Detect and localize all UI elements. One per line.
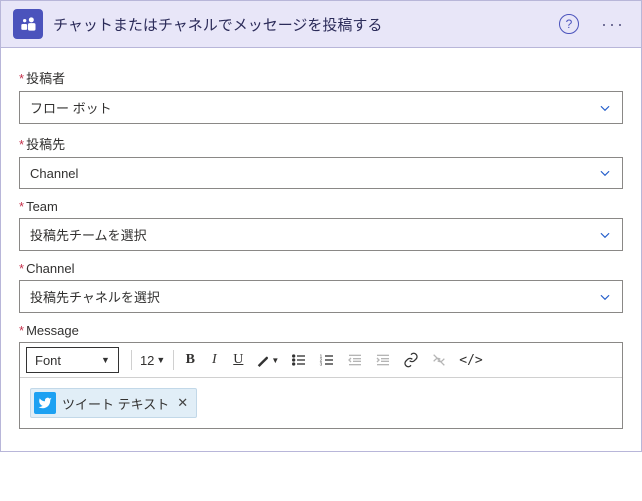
- chevron-down-icon: [598, 290, 612, 304]
- post-in-label: *投稿先: [19, 134, 623, 153]
- chevron-down-icon: [598, 228, 612, 242]
- team-select[interactable]: 投稿先チームを選択: [19, 218, 623, 251]
- team-placeholder: 投稿先チームを選択: [30, 225, 147, 244]
- bulleted-list-button[interactable]: [285, 347, 313, 373]
- post-in-value: Channel: [30, 166, 78, 181]
- channel-placeholder: 投稿先チャネルを選択: [30, 287, 160, 306]
- token-remove-icon[interactable]: ✕: [175, 395, 190, 411]
- unlink-button[interactable]: [425, 347, 453, 373]
- channel-label: *Channel: [19, 261, 623, 276]
- action-card: チャットまたはチャネルでメッセージを投稿する ? ··· *投稿者 フロー ボッ…: [0, 0, 642, 452]
- underline-button[interactable]: U: [226, 347, 250, 373]
- caret-down-icon: ▼: [156, 355, 165, 365]
- teams-icon: [13, 9, 43, 39]
- italic-button[interactable]: I: [202, 347, 226, 373]
- post-as-value: フロー ボット: [30, 98, 112, 117]
- numbered-list-button[interactable]: 123: [313, 347, 341, 373]
- outdent-button[interactable]: [341, 347, 369, 373]
- post-as-select[interactable]: フロー ボット: [19, 91, 623, 124]
- link-button[interactable]: [397, 347, 425, 373]
- twitter-icon: [34, 392, 56, 414]
- font-family-select[interactable]: Font ▼: [26, 347, 119, 373]
- bold-button[interactable]: B: [178, 347, 202, 373]
- indent-button[interactable]: [369, 347, 397, 373]
- chevron-down-icon: [598, 166, 612, 180]
- rich-text-toolbar: Font ▼ 12 ▼ B I U ▼: [20, 343, 622, 378]
- card-body: *投稿者 フロー ボット *投稿先 Channel *Team 投稿先チームを選…: [1, 48, 641, 451]
- toolbar-divider: [173, 350, 174, 370]
- caret-down-icon: ▼: [271, 356, 279, 365]
- toolbar-divider: [131, 350, 132, 370]
- channel-select[interactable]: 投稿先チャネルを選択: [19, 280, 623, 313]
- chevron-down-icon: [598, 101, 612, 115]
- post-as-label: *投稿者: [19, 68, 623, 87]
- svg-text:3: 3: [320, 361, 323, 366]
- token-label: ツイート テキスト: [62, 394, 169, 413]
- team-label: *Team: [19, 199, 623, 214]
- code-view-button[interactable]: </>: [453, 347, 488, 373]
- message-editor: Font ▼ 12 ▼ B I U ▼: [19, 342, 623, 429]
- post-in-select[interactable]: Channel: [19, 157, 623, 189]
- card-title: チャットまたはチャネルでメッセージを投稿する: [53, 14, 549, 35]
- message-body[interactable]: ツイート テキスト ✕: [20, 378, 622, 428]
- caret-down-icon: ▼: [101, 355, 110, 365]
- message-label: *Message: [19, 323, 623, 338]
- font-size-select[interactable]: 12 ▼: [136, 347, 169, 373]
- font-color-button[interactable]: ▼: [250, 347, 285, 373]
- card-header: チャットまたはチャネルでメッセージを投稿する ? ···: [1, 1, 641, 48]
- help-icon[interactable]: ?: [559, 14, 579, 34]
- dynamic-content-token[interactable]: ツイート テキスト ✕: [30, 388, 197, 418]
- more-icon[interactable]: ···: [597, 14, 629, 35]
